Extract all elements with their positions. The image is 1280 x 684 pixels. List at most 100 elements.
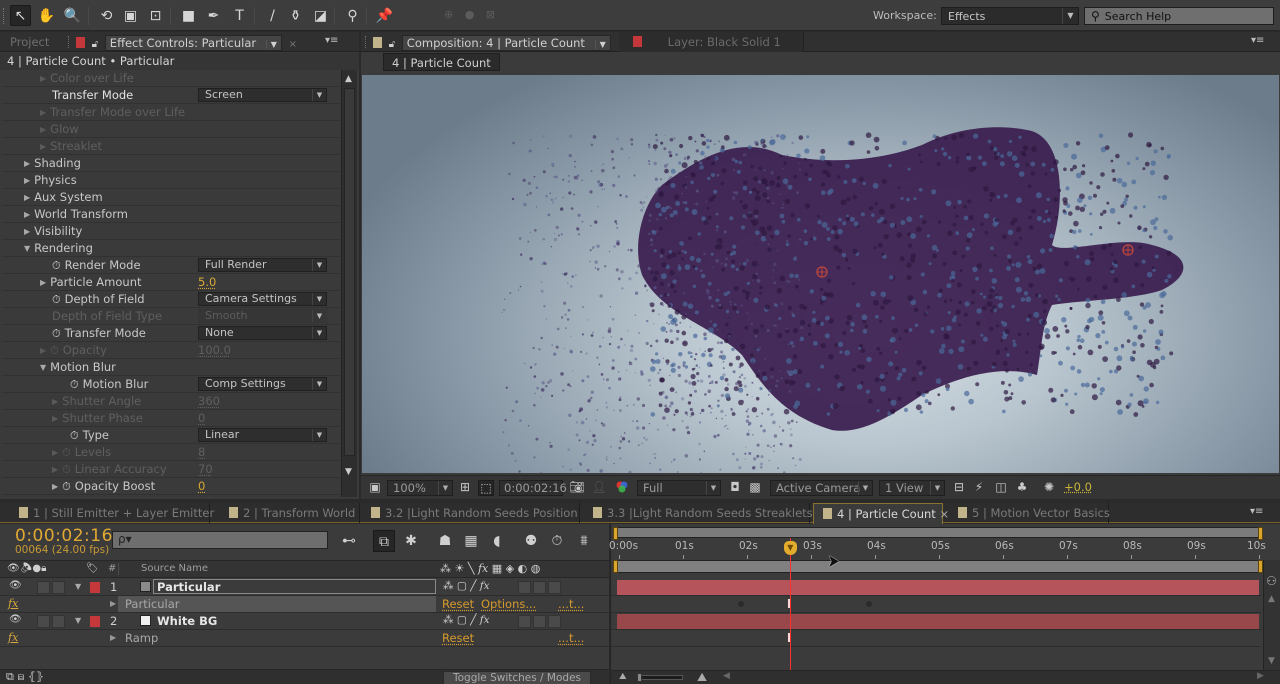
- pixel-aspect-icon[interactable]: ⊟: [951, 480, 967, 496]
- roto-brush-tool[interactable]: ⚲: [342, 5, 363, 26]
- property-value[interactable]: 5.0: [198, 274, 216, 290]
- auto-keyframe-icon[interactable]: ⏱︎: [546, 530, 568, 552]
- property-dropdown[interactable]: Camera Settings ▼: [198, 292, 327, 306]
- view-layout-select[interactable]: 1 View ▼: [879, 480, 945, 496]
- expand-triangle-open-icon[interactable]: ▼: [75, 582, 81, 591]
- effect-property-row[interactable]: ▶ ⏱︎ Levels 8: [2, 444, 340, 461]
- expand-triangle-icon[interactable]: ▶: [24, 224, 30, 240]
- live-update-icon[interactable]: ⧉: [373, 530, 395, 552]
- current-time-field[interactable]: 0:00:02:16: [499, 480, 567, 496]
- timeline-tab[interactable]: 1 | Still Emitter + Layer Emitter: [10, 503, 214, 523]
- timeline-icon[interactable]: ◫: [993, 480, 1009, 496]
- layer-switch-box[interactable]: [548, 615, 561, 628]
- search-help-input[interactable]: ⚲ Search Help: [1084, 7, 1274, 25]
- expand-triangle-icon[interactable]: ▶: [24, 173, 30, 189]
- frame-blending-icon[interactable]: ▦: [460, 530, 482, 552]
- layer-duration-bar[interactable]: [617, 614, 1259, 629]
- mask-visibility-icon[interactable]: ⬚: [478, 480, 494, 496]
- options-link[interactable]: Options...: [481, 597, 536, 611]
- property-dropdown[interactable]: Smooth ▼: [198, 309, 327, 323]
- effect-property-row[interactable]: ▶ Visibility: [2, 223, 340, 240]
- comp-mini-flowchart-icon[interactable]: ⊷: [338, 530, 360, 552]
- navigator-start-handle[interactable]: [613, 560, 618, 573]
- expand-triangle-icon[interactable]: ▶: [40, 343, 46, 359]
- zoom-out-icon[interactable]: ⛰︎: [619, 672, 627, 682]
- layer-track[interactable]: [611, 613, 1261, 630]
- tab-effect-controls[interactable]: 🔓︎ Effect Controls: Particular ▼ ×: [74, 32, 305, 52]
- property-dropdown[interactable]: Linear ▼: [198, 428, 327, 442]
- layer-switch-box[interactable]: [518, 581, 531, 594]
- panel-grip[interactable]: [68, 36, 71, 48]
- expand-triangle-icon[interactable]: ▶: [52, 445, 58, 461]
- expand-triangle-icon[interactable]: ▶: [24, 156, 30, 172]
- visibility-eye-icon[interactable]: 👁︎: [9, 580, 22, 591]
- stopwatch-icon[interactable]: ⏱︎: [70, 377, 79, 393]
- expand-triangle-icon[interactable]: ▶: [52, 394, 58, 410]
- motion-blur-icon[interactable]: ◖: [486, 530, 508, 552]
- stopwatch-icon[interactable]: ⏱︎: [62, 479, 71, 495]
- expand-triangle-icon[interactable]: ▶: [24, 190, 30, 206]
- layer-switch-box[interactable]: [548, 581, 561, 594]
- effect-property-row[interactable]: ▶ Shutter Angle 360: [2, 393, 340, 410]
- draft-3d-icon[interactable]: ✱: [400, 530, 422, 552]
- eraser-tool[interactable]: ◪: [310, 5, 331, 26]
- pan-behind-tool[interactable]: ⊡: [145, 5, 166, 26]
- effect-property-row[interactable]: ⏱︎ Transfer Mode None ▼: [2, 325, 340, 342]
- expand-triangle-icon[interactable]: ▶: [52, 462, 58, 478]
- fx-icon[interactable]: fx: [8, 597, 18, 610]
- comp-button-icon[interactable]: ⚇: [1266, 574, 1277, 588]
- hide-shy-layers-icon[interactable]: ☗: [434, 530, 456, 552]
- timeline-tab[interactable]: 2 | Transform World: [220, 503, 360, 523]
- property-value[interactable]: 0: [198, 410, 205, 426]
- effect-property-row[interactable]: Depth of Field Type Smooth ▼: [2, 308, 340, 325]
- property-value[interactable]: 70: [198, 461, 213, 477]
- expand-triangle-icon[interactable]: ▶: [110, 633, 116, 642]
- effect-property-row[interactable]: ▶ ⏱︎ Opacity 100.0: [2, 342, 340, 359]
- close-icon[interactable]: ×: [936, 507, 949, 521]
- effect-property-row[interactable]: ▶ Aux System: [2, 189, 340, 206]
- brush-tool[interactable]: /: [262, 5, 283, 26]
- effect-property-row[interactable]: ▼ Motion Blur: [2, 359, 340, 376]
- layer-switch-icons[interactable]: ⁂ ▢ ╱ fx: [443, 580, 490, 592]
- layer-switch-box[interactable]: [533, 615, 546, 628]
- audio-switch[interactable]: [37, 581, 50, 594]
- effect-name[interactable]: Particular: [125, 597, 179, 611]
- graph-editor-icon[interactable]: ⩩: [573, 530, 595, 552]
- expand-triangle-icon[interactable]: ▶: [40, 275, 46, 291]
- hand-tool[interactable]: ✋: [36, 5, 57, 26]
- property-dropdown[interactable]: Screen ▼: [198, 88, 327, 102]
- current-time-indicator-line[interactable]: [789, 538, 791, 670]
- effect-property-row[interactable]: ⏱︎ Render Mode Full Render ▼: [2, 257, 340, 274]
- effect-property-row[interactable]: ▶ ⏱︎ Opacity Boost 0: [2, 478, 340, 495]
- transparency-grid-icon[interactable]: ▩: [747, 480, 763, 496]
- effect-name[interactable]: Ramp: [125, 631, 158, 645]
- rotation-tool[interactable]: ⟲: [96, 5, 117, 26]
- timeline-search-input[interactable]: ρ▾: [112, 531, 328, 549]
- puppet-pin-tool[interactable]: 📌: [374, 5, 395, 26]
- effect-property-row[interactable]: ▶ Shading: [2, 155, 340, 172]
- timeline-tab[interactable]: 3.3 |Light Random Seeds Streaklets: [584, 503, 813, 523]
- time-navigator[interactable]: [613, 560, 1263, 573]
- current-time-display[interactable]: 0:00:02:16: [15, 526, 113, 546]
- timeline-tab[interactable]: 3.2 |Light Random Seeds Position: [362, 503, 580, 523]
- zoom-in-icon[interactable]: ⛰︎: [697, 670, 707, 684]
- column-divider[interactable]: [118, 563, 119, 575]
- effect-track[interactable]: I: [611, 596, 1261, 613]
- effect-property-row[interactable]: ⏱︎ Type Linear ▼: [2, 427, 340, 444]
- zoom-tool[interactable]: 🔍: [62, 5, 83, 26]
- effect-track[interactable]: I: [611, 630, 1261, 647]
- toggle-switches-modes-button[interactable]: Toggle Switches / Modes: [443, 671, 591, 684]
- reset-link[interactable]: Reset: [442, 631, 474, 645]
- magnification-select[interactable]: 100% ▼: [387, 480, 453, 496]
- reset-exposure-icon[interactable]: ✺: [1041, 480, 1057, 496]
- property-value[interactable]: 360: [198, 393, 220, 409]
- effect-property-row[interactable]: ⏱︎ Depth of Field Camera Settings ▼: [2, 291, 340, 308]
- comp-breadcrumb[interactable]: 4 | Particle Count: [383, 53, 500, 71]
- emitter-crosshair-icon[interactable]: [1122, 244, 1134, 256]
- panel-menu-icon[interactable]: ▾≡: [1251, 35, 1264, 46]
- expand-triangle-icon[interactable]: ▶: [110, 599, 116, 608]
- brainstorm-icon[interactable]: ⚉: [520, 530, 542, 552]
- scroll-right-icon[interactable]: ▶: [1257, 671, 1264, 681]
- zoom-slider-thumb[interactable]: [637, 673, 642, 682]
- snapshot-icon[interactable]: 📷︎: [569, 480, 585, 496]
